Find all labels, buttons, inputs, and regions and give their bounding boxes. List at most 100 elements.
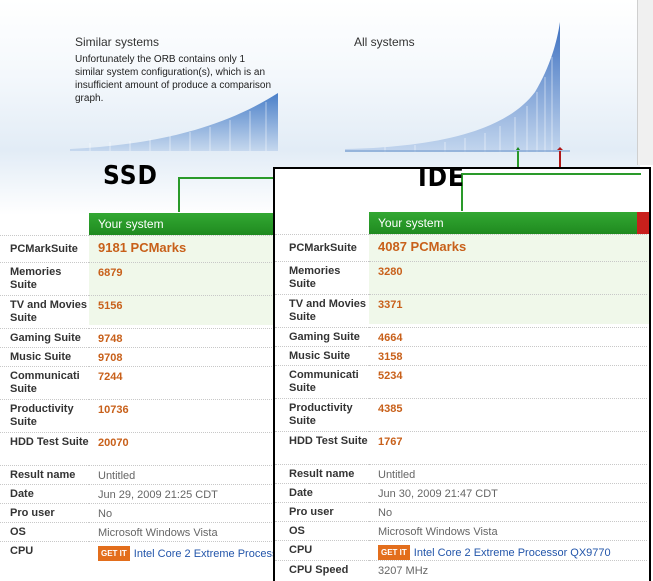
ide-your-system-header: Your system (369, 212, 637, 234)
row-label: Memories Suite (0, 262, 89, 296)
row-label: Communicati Suite (275, 365, 369, 399)
row-label: Pro user (0, 503, 89, 523)
ssd-row-comm: Communicati Suite 7244 (0, 366, 280, 400)
ssd-os-value: Microsoft Windows Vista (89, 522, 280, 542)
row-label: Gaming Suite (0, 328, 89, 348)
similar-systems-heading: Similar systems (75, 35, 160, 49)
ide-pro-value: No (369, 502, 647, 522)
ide-results-panel: IDE Your system PCMarkSuite 4087 PCMarks… (273, 163, 651, 581)
ide-row-result: Result name Untitled (275, 464, 647, 484)
ssd-row-date: Date Jun 29, 2009 21:25 CDT (0, 484, 280, 504)
ide-connector-horizontal (461, 173, 641, 175)
row-label: CPU Speed (275, 560, 369, 580)
ide-cpu-link[interactable]: Intel Core 2 Extreme Processor QX9770 (414, 547, 611, 559)
ssd-date-value: Jun 29, 2009 21:25 CDT (89, 484, 280, 504)
ssd-result-value: Untitled (89, 465, 280, 485)
ssd-row-memories: Memories Suite 6879 (0, 262, 280, 296)
row-label: HDD Test Suite (275, 431, 369, 465)
ide-row-hdd: HDD Test Suite 1767 (275, 431, 647, 465)
ide-results-table: PCMarkSuite 4087 PCMarks Memories Suite … (275, 234, 647, 580)
ssd-row-hdd: HDD Test Suite 20070 (0, 432, 280, 466)
ide-row-cpu: CPU GET IT Intel Core 2 Extreme Processor… (275, 540, 647, 561)
ssd-row-result: Result name Untitled (0, 465, 280, 485)
row-label: Productivity Suite (275, 398, 369, 432)
ide-pcmark-value: 4087 PCMarks (369, 234, 647, 262)
ide-gaming-value: 4664 (369, 327, 647, 347)
ide-tv-value: 3371 (369, 294, 647, 328)
row-label: Result name (275, 464, 369, 484)
ssd-pro-value: No (89, 503, 280, 523)
row-label: Productivity Suite (0, 399, 89, 433)
row-label: Music Suite (275, 346, 369, 366)
ide-row-prod: Productivity Suite 4385 (275, 398, 647, 432)
ide-row-pcmark: PCMarkSuite 4087 PCMarks (275, 234, 647, 262)
ssd-pcmark-value: 9181 PCMarks (89, 235, 280, 263)
row-label: Music Suite (0, 347, 89, 367)
row-label: Communicati Suite (0, 366, 89, 400)
ide-cpu-speed-value: 3207 MHz (369, 560, 647, 580)
row-label: OS (0, 522, 89, 542)
ide-hdd-value: 1767 (369, 431, 647, 465)
ssd-row-pro: Pro user No (0, 503, 280, 523)
ide-date-value: Jun 30, 2009 21:47 CDT (369, 483, 647, 503)
ide-label: IDE (418, 163, 465, 193)
ssd-music-value: 9708 (89, 347, 280, 367)
ssd-memories-value: 6879 (89, 262, 280, 296)
ssd-row-pcmark: PCMarkSuite 9181 PCMarks (0, 235, 280, 263)
row-label: CPU (0, 541, 89, 561)
ssd-row-gaming: Gaming Suite 9748 (0, 328, 280, 348)
ide-result-value: Untitled (369, 464, 647, 484)
ide-row-cpu-speed: CPU Speed 3207 MHz (275, 560, 647, 580)
ide-row-date: Date Jun 30, 2009 21:47 CDT (275, 483, 647, 503)
row-label: Date (275, 483, 369, 503)
row-label: TV and Movies Suite (275, 294, 369, 328)
ide-get-it-button[interactable]: GET IT (378, 545, 410, 560)
row-label: PCMarkSuite (0, 235, 89, 263)
page-scrollbar[interactable] (637, 0, 653, 165)
row-label: PCMarkSuite (275, 234, 369, 262)
ssd-row-music: Music Suite 9708 (0, 347, 280, 367)
row-label: Gaming Suite (275, 327, 369, 347)
ide-cpu-cell: GET IT Intel Core 2 Extreme Processor QX9… (369, 540, 647, 561)
ssd-connector-vertical (178, 177, 180, 212)
ssd-results-table: PCMarkSuite 9181 PCMarks Memories Suite … (0, 235, 280, 561)
row-label: OS (275, 521, 369, 541)
ide-row-pro: Pro user No (275, 502, 647, 522)
row-label: CPU (275, 540, 369, 561)
ssd-comm-value: 7244 (89, 366, 280, 400)
row-label: HDD Test Suite (0, 432, 89, 466)
ssd-tv-value: 5156 (89, 295, 280, 329)
ide-row-memories: Memories Suite 3280 (275, 261, 647, 295)
ssd-label: SSD (103, 161, 158, 191)
ide-row-gaming: Gaming Suite 4664 (275, 327, 647, 347)
ssd-get-it-button[interactable]: GET IT (98, 546, 130, 561)
ide-row-music: Music Suite 3158 (275, 346, 647, 366)
similar-systems-curve (70, 93, 278, 151)
ssd-row-cpu: CPU GET IT Intel Core 2 Extreme Process (0, 541, 280, 561)
ssd-connector-horizontal (178, 177, 274, 179)
ide-comm-value: 5234 (369, 365, 647, 399)
ide-prod-value: 4385 (369, 398, 647, 432)
row-label: Result name (0, 465, 89, 485)
ssd-prod-value: 10736 (89, 399, 280, 433)
ide-top-system-tab (637, 212, 649, 234)
ssd-gaming-value: 9748 (89, 328, 280, 348)
row-label: Pro user (275, 502, 369, 522)
ssd-row-tv: TV and Movies Suite 5156 (0, 295, 280, 329)
ssd-cpu-link[interactable]: Intel Core 2 Extreme Process (134, 548, 278, 560)
ide-os-value: Microsoft Windows Vista (369, 521, 647, 541)
ide-memories-value: 3280 (369, 261, 647, 295)
ssd-cpu-cell: GET IT Intel Core 2 Extreme Process (89, 541, 280, 561)
ssd-your-system-header: Your system (89, 213, 279, 235)
ssd-row-prod: Productivity Suite 10736 (0, 399, 280, 433)
ssd-row-os: OS Microsoft Windows Vista (0, 522, 280, 542)
all-systems-curve (345, 22, 570, 152)
ide-music-value: 3158 (369, 346, 647, 366)
ide-row-os: OS Microsoft Windows Vista (275, 521, 647, 541)
row-label: Date (0, 484, 89, 504)
row-label: TV and Movies Suite (0, 295, 89, 329)
row-label: Memories Suite (275, 261, 369, 295)
ide-row-comm: Communicati Suite 5234 (275, 365, 647, 399)
ide-row-tv: TV and Movies Suite 3371 (275, 294, 647, 328)
ssd-hdd-value: 20070 (89, 432, 280, 466)
